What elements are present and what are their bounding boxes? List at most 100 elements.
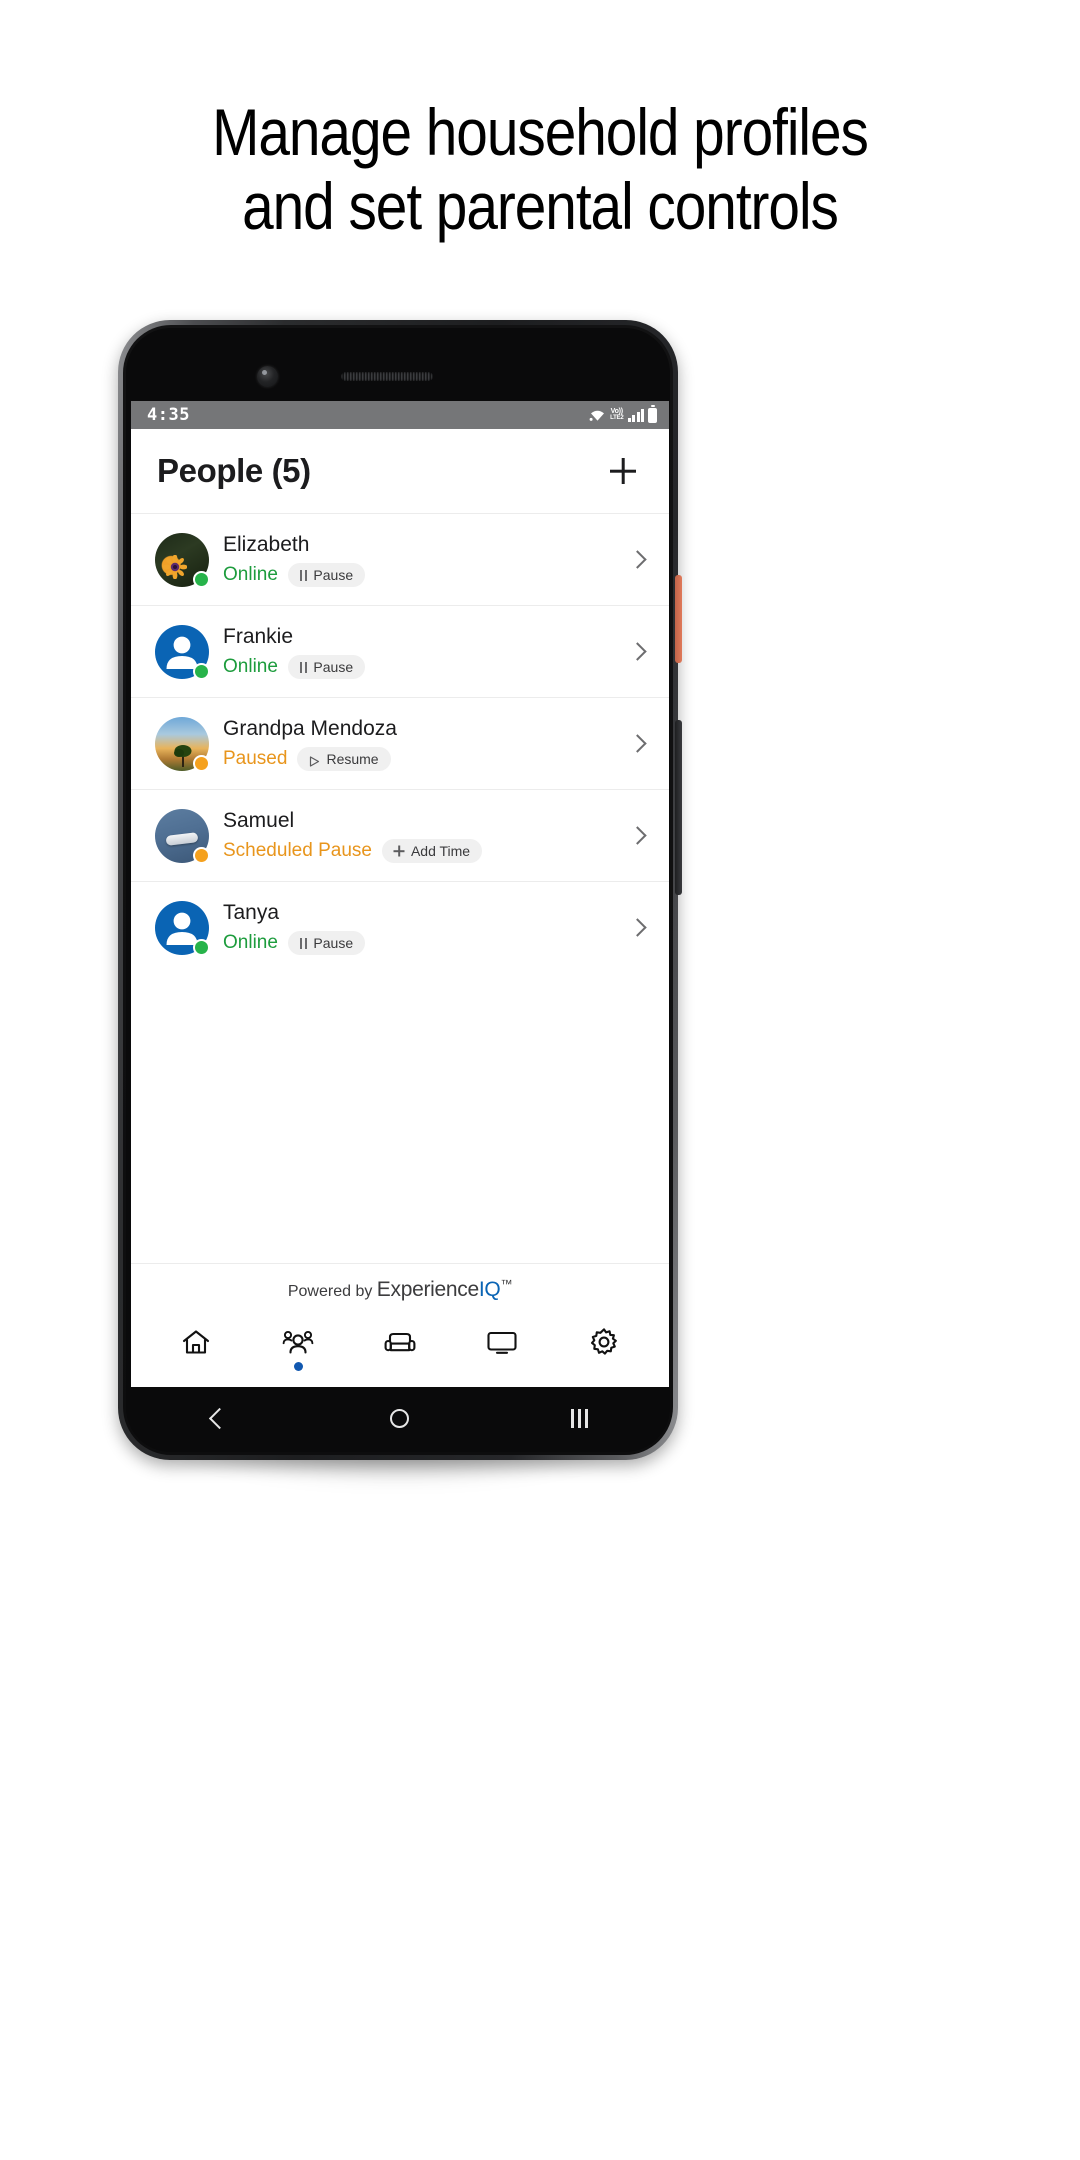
phone-bezel: 4:35 Vo)) LTE2 People (5) Elizabeth Onli… [126,328,670,1452]
person-status-line: Online Pause [223,931,613,956]
tab-home[interactable] [160,1328,232,1371]
front-camera-icon [257,366,278,387]
person-name: Tanya [223,900,280,924]
battery-icon [648,404,657,423]
wifi-icon [589,410,605,421]
person-status-line: Online Pause [223,563,613,588]
page-headline: Manage household profiles and set parent… [76,95,1005,244]
powered-by-prefix: Powered by [287,1283,377,1300]
avatar [155,532,210,588]
pause-button[interactable]: Pause [287,563,366,588]
add-time-button-label: Add Time [410,843,471,860]
powered-by-footer: Powered by ExperienceIQ™ [131,1263,669,1313]
tab-network[interactable] [466,1328,538,1371]
brand-iq: IQ [478,1278,501,1301]
status-badge [193,938,210,956]
avatar [155,900,210,956]
person-status: Online [223,656,278,678]
person-info: Frankie Online Pause [223,624,613,680]
volte-top: Vo)) [610,408,624,415]
person-status: Online [223,932,278,954]
chevron-right-icon[interactable] [627,917,649,939]
bottom-tab-bar [131,1313,669,1391]
avatar [155,808,210,864]
resume-button-label: Resume [326,751,379,768]
phone-inner-frame: 4:35 Vo)) LTE2 People (5) Elizabeth Onli… [123,325,673,1455]
list-item[interactable]: Samuel Scheduled Pause Add Time [131,789,669,881]
chevron-right-icon[interactable] [627,641,649,663]
chevron-right-icon[interactable] [627,825,649,847]
tab-active-dot [293,1361,303,1371]
volte-icon: Vo)) LTE2 [610,408,624,422]
plus-icon [394,846,405,857]
resume-button[interactable]: Resume [297,747,391,772]
phone-screen: 4:35 Vo)) LTE2 People (5) Elizabeth Onli… [131,401,669,1391]
list-item[interactable]: Elizabeth Online Pause [131,513,669,605]
back-icon[interactable] [209,1407,231,1429]
add-time-button[interactable]: Add Time [381,839,483,864]
volte-bottom: LTE2 [610,415,624,421]
status-badge [193,662,210,680]
home-icon [182,1329,210,1354]
chevron-right-icon[interactable] [627,549,649,571]
person-name: Grandpa Mendoza [223,716,397,740]
status-badge [193,846,210,864]
power-button[interactable] [675,575,682,663]
tab-devices[interactable] [364,1328,436,1371]
pause-icon [299,569,308,581]
list-item[interactable]: Tanya Online Pause [131,881,669,973]
signal-bars-icon [627,408,644,422]
headline-line-2: and set parental controls [242,168,839,243]
person-info: Elizabeth Online Pause [223,532,613,588]
pause-button[interactable]: Pause [287,931,366,956]
app-header: People (5) [131,429,669,513]
page-title: People (5) [157,452,311,489]
play-icon [309,754,320,767]
avatar [155,716,210,772]
list-item[interactable]: Frankie Online Pause [131,605,669,697]
object-icon [165,831,199,846]
pause-icon [299,937,308,949]
volume-button[interactable] [675,720,682,895]
pause-icon [299,661,308,673]
person-status: Paused [223,748,288,770]
pause-button-label: Pause [313,567,354,584]
person-status-line: Scheduled Pause Add Time [223,839,613,864]
person-info: Tanya Online Pause [223,900,613,956]
avatar [155,624,210,680]
person-name: Elizabeth [223,532,310,556]
person-info: Samuel Scheduled Pause Add Time [223,808,613,864]
recents-icon[interactable] [571,1408,588,1428]
earpiece-speaker-icon [341,372,433,381]
chevron-right-icon[interactable] [627,733,649,755]
person-name: Samuel [223,808,295,832]
monitor-icon [487,1331,517,1354]
home-circle-icon[interactable] [389,1408,409,1428]
people-list: Elizabeth Online Pause Frankie Online Pa… [131,513,669,1263]
headline-line-1: Manage household profiles [212,95,869,169]
sunflower-icon [163,554,187,579]
gear-icon [590,1327,617,1355]
person-name: Frankie [223,624,294,648]
brand-name: ExperienceIQ™ [376,1277,513,1301]
people-icon [282,1330,314,1354]
pause-button[interactable]: Pause [287,655,366,680]
brand-tm: ™ [500,1277,513,1291]
list-item[interactable]: Grandpa Mendoza Paused Resume [131,697,669,789]
person-status: Online [223,564,278,586]
status-icons: Vo)) LTE2 [589,404,657,423]
sofa-icon [384,1332,416,1351]
pause-button-label: Pause [313,935,354,952]
pause-button-label: Pause [313,659,354,676]
brand-first: Experience [376,1278,479,1301]
person-info: Grandpa Mendoza Paused Resume [223,716,613,772]
phone-mockup: 4:35 Vo)) LTE2 People (5) Elizabeth Onli… [118,320,682,1460]
tab-people[interactable] [262,1328,334,1371]
add-person-button[interactable] [603,451,643,491]
status-badge [193,570,210,588]
tab-settings[interactable] [568,1327,640,1372]
status-time: 4:35 [147,405,190,425]
status-bar: 4:35 Vo)) LTE2 [131,401,669,429]
person-status: Scheduled Pause [223,840,372,862]
person-status-line: Online Pause [223,655,613,680]
